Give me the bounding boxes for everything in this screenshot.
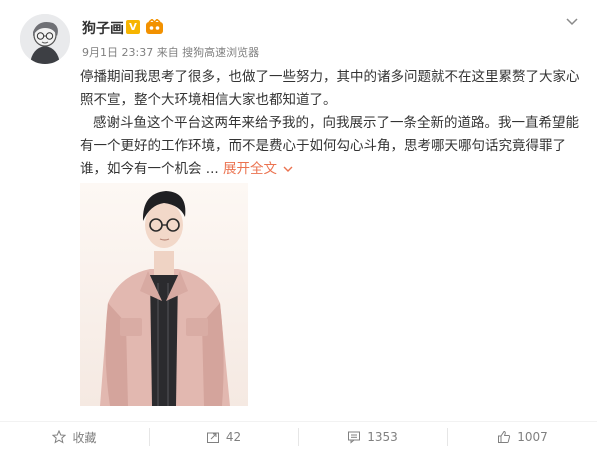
expand-label[interactable]: 展开全文 xyxy=(223,161,277,177)
post-photo[interactable] xyxy=(80,183,248,406)
member-badge-icon[interactable] xyxy=(145,18,164,35)
comment-icon xyxy=(348,431,361,444)
avatar[interactable] xyxy=(20,14,70,64)
chevron-down-icon[interactable] xyxy=(283,165,293,173)
repost-icon xyxy=(206,432,219,443)
avatar-illustration xyxy=(20,14,70,64)
expand-full-text-link[interactable]: 展开全文 xyxy=(223,161,293,177)
comment-button[interactable]: 1353 xyxy=(298,422,447,451)
favorite-label: 收藏 xyxy=(72,430,97,445)
author-name[interactable]: 狗子画 xyxy=(82,18,124,38)
star-icon xyxy=(52,430,67,444)
weibo-post: 狗子画 V 9月1日 23:37 来自 搜狗高速浏览器 停播期间我思考了很多，也… xyxy=(0,0,597,451)
verified-v-badge[interactable]: V xyxy=(126,20,140,34)
more-chevron-icon[interactable] xyxy=(564,14,580,30)
like-button[interactable]: 1007 xyxy=(448,422,597,451)
like-count: 1007 xyxy=(517,430,548,444)
post-meta: 9月1日 23:37 来自 搜狗高速浏览器 xyxy=(82,46,260,59)
repost-button[interactable]: 42 xyxy=(149,422,298,451)
like-icon xyxy=(498,430,511,443)
repost-count: 42 xyxy=(225,430,242,444)
comment-count: 1353 xyxy=(367,430,398,444)
post-paragraph-text: 感谢斗鱼这个平台这两年来给予我的，向我展示了一条全新的道路。我一直希望能有一个更… xyxy=(80,115,579,177)
favorite-button[interactable]: 收藏 xyxy=(0,422,149,451)
post-paragraph: 感谢斗鱼这个平台这两年来给予我的，向我展示了一条全新的道路。我一直希望能有一个更… xyxy=(80,112,585,181)
post-paragraph: 停播期间我思考了很多，也做了一些努力，其中的诸多问题就不在这里累赘了大家心照不宣… xyxy=(80,69,580,108)
post-text: 停播期间我思考了很多，也做了一些努力，其中的诸多问题就不在这里累赘了大家心照不宣… xyxy=(80,66,585,181)
action-bar: 收藏 42 1353 1007 xyxy=(0,421,597,451)
person-photo-illustration xyxy=(80,183,248,406)
